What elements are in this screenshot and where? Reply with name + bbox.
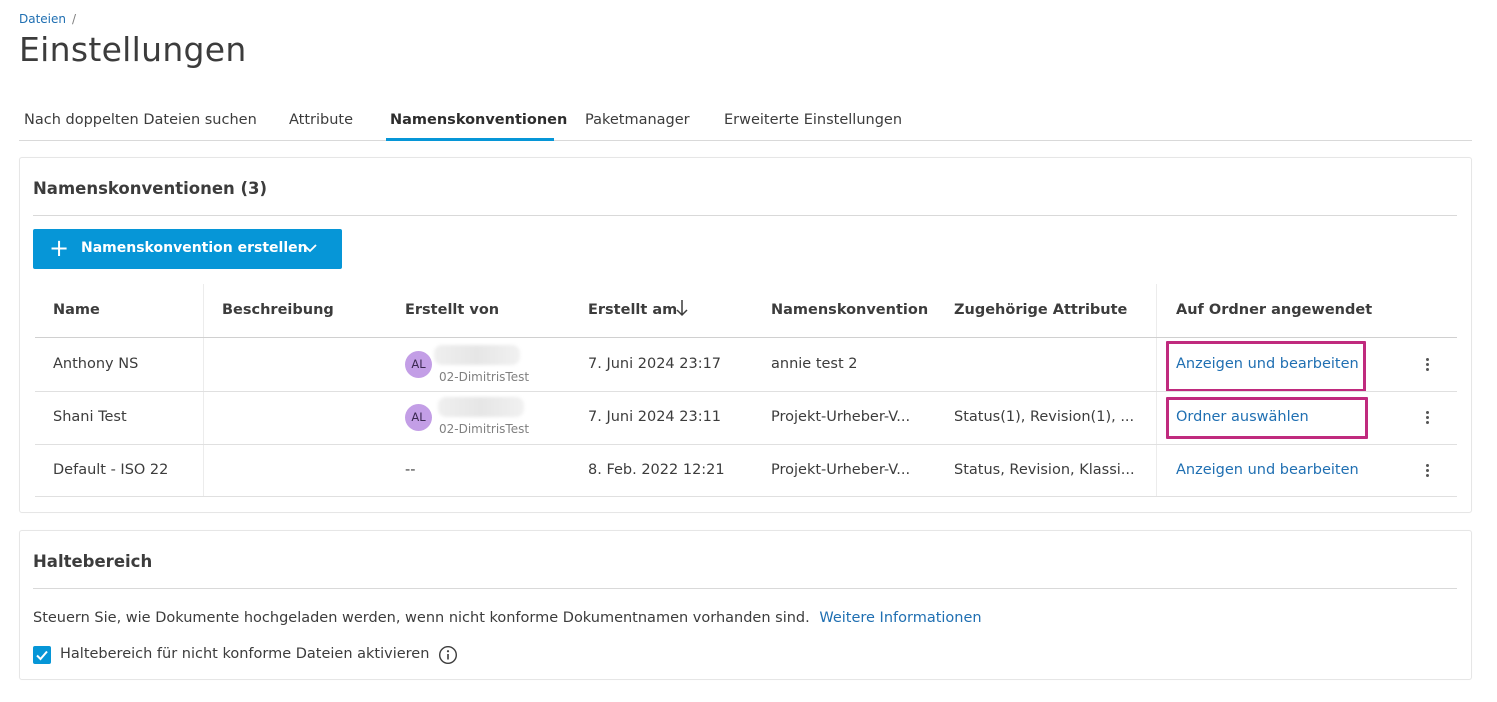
info-icon[interactable] (438, 645, 458, 665)
description-text: Steuern Sie, wie Dokumente hochgeladen w… (33, 610, 810, 626)
blurred-user-name (438, 397, 524, 417)
more-options-icon[interactable] (1421, 462, 1433, 482)
checkbox-label: Haltebereich für nicht konforme Dateien … (60, 646, 430, 662)
creator-project: 02-DimitrisTest (439, 422, 530, 436)
row-divider (35, 496, 1457, 497)
column-header-convention[interactable]: Namenskonvention (771, 302, 928, 318)
card-divider (33, 588, 1457, 589)
tab-naming-conventions[interactable]: Namenskonventionen (390, 112, 567, 128)
checkmark-icon (36, 650, 48, 661)
column-header-created-at[interactable]: Erstellt am (588, 302, 677, 318)
row-created-at: 7. Juni 2024 23:11 (588, 409, 722, 425)
avatar: AL (405, 404, 432, 431)
row-name: Anthony NS (53, 356, 139, 372)
card-divider (33, 215, 1457, 216)
tab-attributes[interactable]: Attribute (289, 112, 353, 128)
avatar: AL (405, 351, 432, 378)
plus-icon: + (49, 234, 70, 262)
tab-duplicate-search[interactable]: Nach doppelten Dateien suchen (24, 112, 257, 128)
row-divider (35, 391, 1457, 392)
row-created-at: 8. Feb. 2022 12:21 (588, 462, 725, 478)
column-header-description[interactable]: Beschreibung (222, 302, 334, 318)
holding-area-description: Steuern Sie, wie Dokumente hochgeladen w… (33, 610, 982, 626)
row-created-by: -- (405, 462, 416, 478)
row-name: Shani Test (53, 409, 127, 425)
tab-advanced-settings[interactable]: Erweiterte Einstellungen (724, 112, 902, 128)
active-tab-indicator (386, 138, 554, 141)
tab-package-manager[interactable]: Paketmanager (585, 112, 690, 128)
row-name: Default - ISO 22 (53, 462, 169, 478)
row-attributes: Status, Revision, Klassi... (954, 462, 1135, 478)
blurred-user-name (434, 345, 520, 365)
holding-area-card: Haltebereich Steuern Sie, wie Dokumente … (19, 530, 1472, 680)
more-options-icon[interactable] (1421, 409, 1433, 429)
more-info-link[interactable]: Weitere Informationen (819, 610, 981, 626)
breadcrumb: Dateien / (19, 12, 76, 26)
row-attributes: Status(1), Revision(1), ... (954, 409, 1134, 425)
column-separator (1156, 284, 1157, 496)
breadcrumb-separator: / (72, 12, 77, 26)
column-header-applied-folders[interactable]: Auf Ordner angewendet (1176, 302, 1372, 318)
column-header-attributes[interactable]: Zugehörige Attribute (954, 302, 1127, 318)
create-button-label: Namenskonvention erstellen (81, 240, 308, 256)
page-title: Einstellungen (19, 30, 247, 69)
enable-holding-area-checkbox[interactable] (33, 646, 51, 664)
select-folder-link[interactable]: Ordner auswählen (1176, 409, 1309, 425)
breadcrumb-link-dateien[interactable]: Dateien (19, 12, 66, 26)
column-header-name[interactable]: Name (53, 302, 100, 318)
row-convention: Projekt-Urheber-V... (771, 462, 911, 478)
row-created-at: 7. Juni 2024 23:17 (588, 356, 722, 372)
tab-bar: Nach doppelten Dateien suchen Attribute … (19, 104, 1472, 141)
column-header-created-by[interactable]: Erstellt von (405, 302, 499, 318)
header-divider (35, 337, 1457, 338)
more-options-icon[interactable] (1421, 356, 1433, 376)
row-convention: annie test 2 (771, 356, 858, 372)
row-divider (35, 444, 1457, 445)
create-naming-convention-button[interactable]: + Namenskonvention erstellen (33, 229, 342, 269)
view-edit-link[interactable]: Anzeigen und bearbeiten (1176, 462, 1359, 478)
naming-conventions-card: Namenskonventionen (3) + Namenskonventio… (19, 157, 1472, 513)
arrow-down-icon[interactable] (675, 299, 689, 317)
row-convention: Projekt-Urheber-V... (771, 409, 911, 425)
view-edit-link[interactable]: Anzeigen und bearbeiten (1176, 356, 1359, 372)
creator-project: 02-DimitrisTest (439, 370, 530, 384)
holding-area-title: Haltebereich (33, 552, 153, 571)
naming-conventions-title: Namenskonventionen (3) (33, 179, 268, 198)
chevron-down-icon[interactable] (302, 241, 318, 255)
column-separator (203, 284, 204, 496)
